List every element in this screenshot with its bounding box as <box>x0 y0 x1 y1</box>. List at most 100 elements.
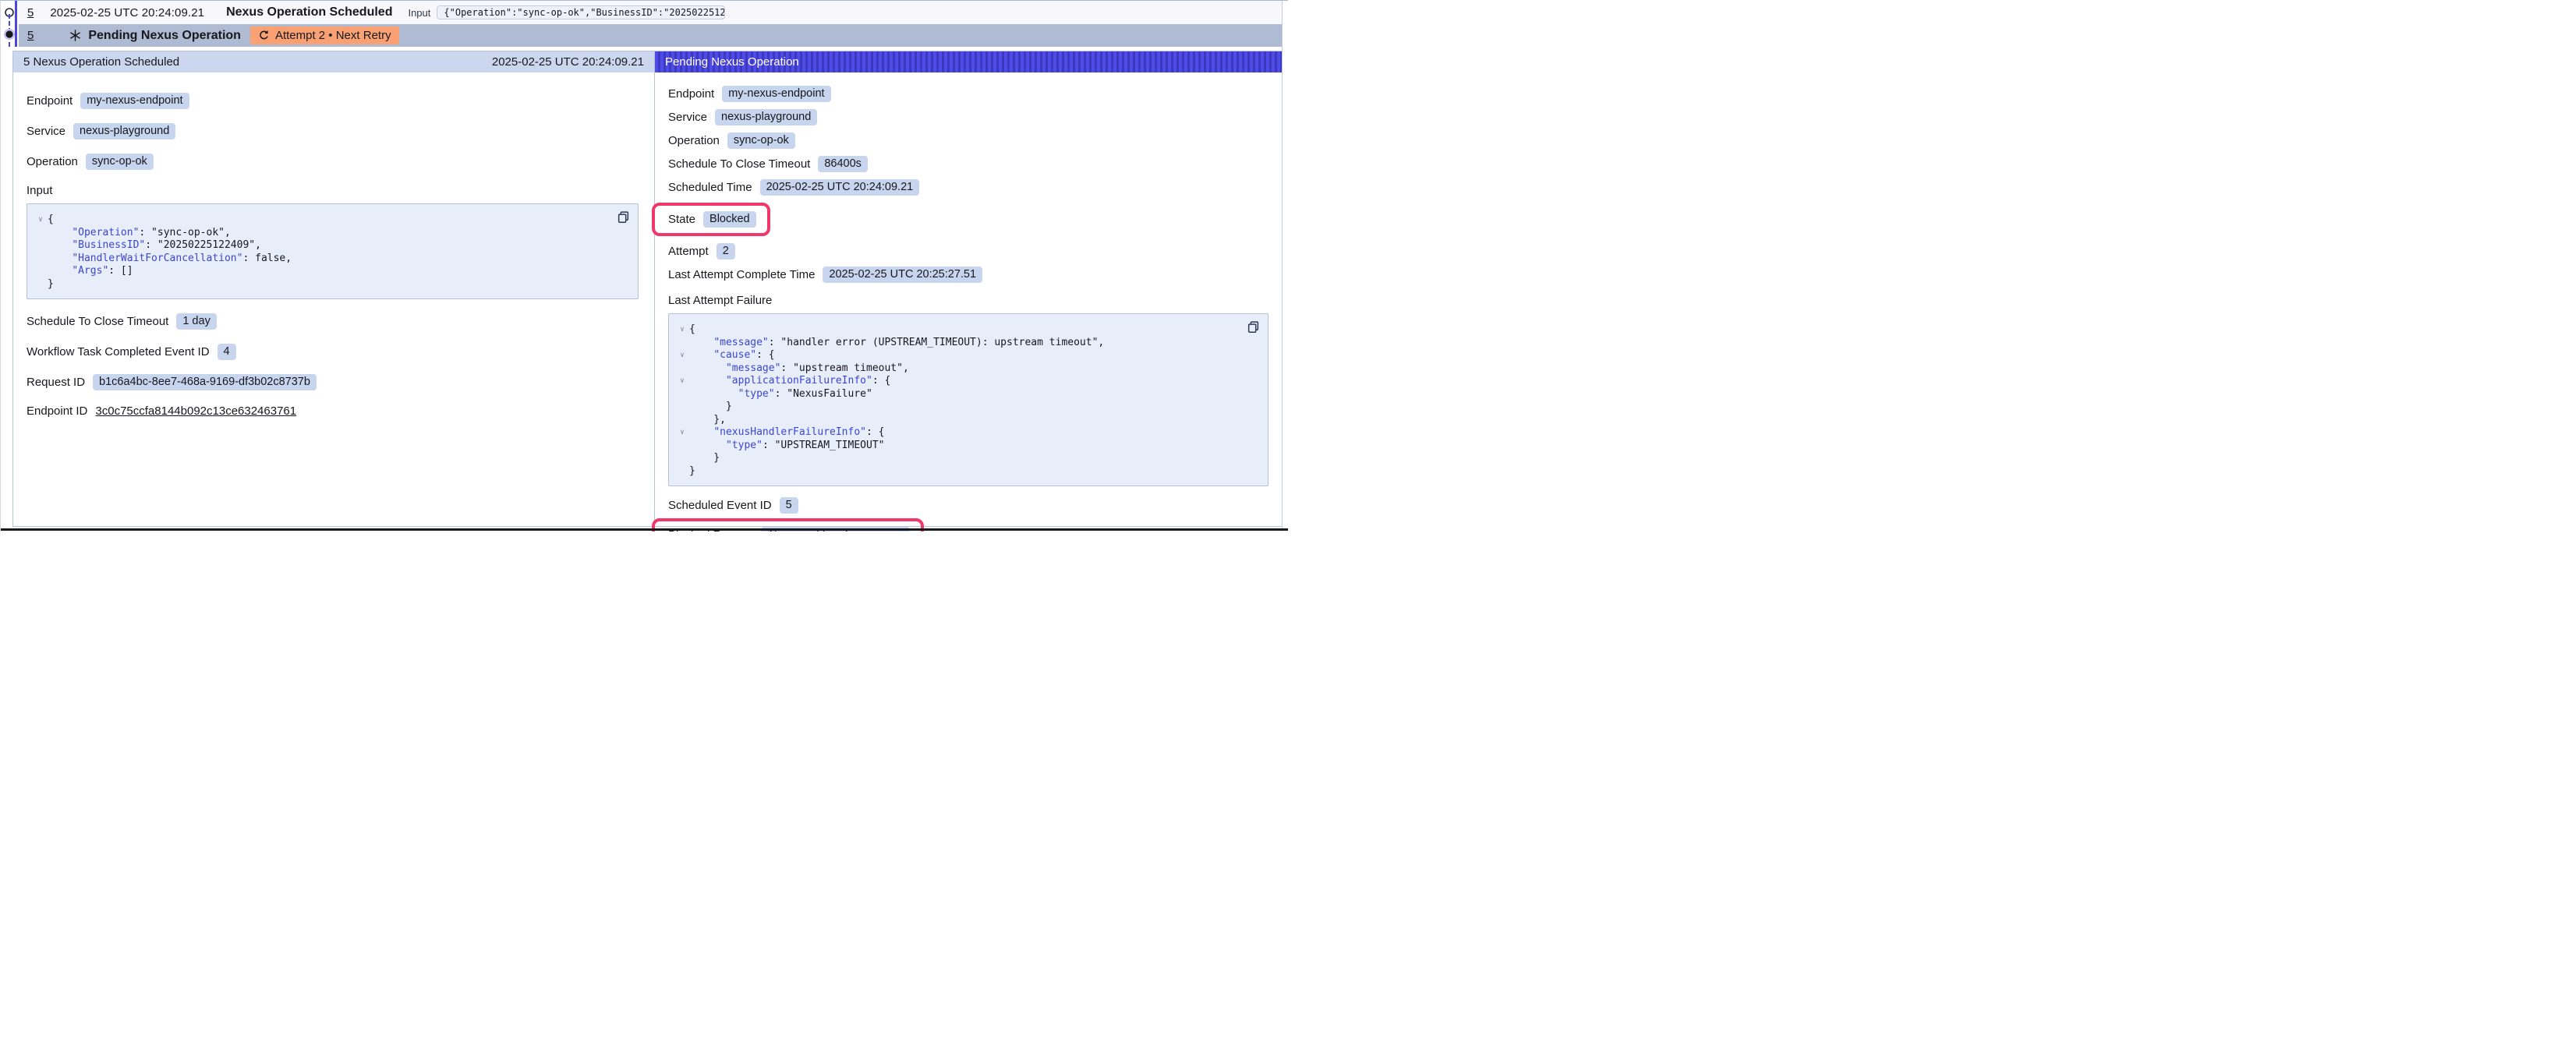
scheduled-event-card: 5 Nexus Operation Scheduled 2025-02-25 U… <box>13 51 655 526</box>
collapse-chevron-icon[interactable]: ∨ <box>675 426 689 440</box>
gutter-spacer <box>34 227 48 240</box>
event-title: Nexus Operation Scheduled <box>226 5 392 19</box>
json-code-line: "message": "upstream timeout", <box>689 362 909 376</box>
field-label: Endpoint <box>27 94 73 108</box>
gutter-spacer <box>34 253 48 266</box>
json-code-line: "message": "handler error (UPSTREAM_TIME… <box>689 337 1104 350</box>
field-label: Scheduled Time <box>668 181 752 194</box>
scheduled-event-card-header: 5 Nexus Operation Scheduled 2025-02-25 U… <box>13 51 654 72</box>
field-row: Attempt 2 <box>668 243 1270 260</box>
input-json-viewer: ∨{ "Operation": "sync-op-ok", "BusinessI… <box>27 203 639 299</box>
field-label: Operation <box>27 155 78 168</box>
field-value-chip: my-nexus-endpoint <box>80 93 189 109</box>
json-code-line: } <box>689 401 732 414</box>
workflow-history-view: 5 2025-02-25 UTC 20:24:09.21 Nexus Opera… <box>0 0 1288 532</box>
last-attempt-time-label: Last Attempt Complete Time <box>668 268 815 281</box>
field-value-chip: b1c6a4bc-8ee7-468a-9169-df3b02c8737b <box>93 374 317 390</box>
scheduled-event-id-chip: 5 <box>780 497 798 514</box>
copy-icon[interactable] <box>616 210 630 224</box>
json-code-line: "applicationFailureInfo": { <box>689 375 890 388</box>
field-row: Servicenexus-playground <box>27 123 642 139</box>
field-row: Endpoint my-nexus-endpoint <box>27 93 642 109</box>
json-code-line: "BusinessID": "20250225122409", <box>48 239 261 253</box>
state-label: State <box>668 213 695 226</box>
copy-icon[interactable] <box>1246 320 1260 334</box>
attempt-value-chip: 2 <box>717 243 735 260</box>
pending-card-title: Pending Nexus Operation <box>665 55 799 69</box>
json-code-line: } <box>689 452 720 465</box>
json-code-line: "cause": { <box>689 349 775 362</box>
gutter-spacer <box>34 278 48 291</box>
scheduled-event-id-label: Scheduled Event ID <box>668 499 772 512</box>
field-label: Workflow Task Completed Event ID <box>27 345 210 358</box>
next-row-divider <box>1 528 1288 531</box>
field-value-chip: 86400s <box>818 156 868 172</box>
scrollbar-track[interactable] <box>1282 1 1288 532</box>
pending-nexus-operation-row[interactable]: 5 Pending Nexus Operation Attempt 2 • Ne… <box>19 24 1283 47</box>
gutter-spacer <box>675 452 689 465</box>
failure-section-label: Last Attempt Failure <box>668 294 1270 307</box>
pending-asterisk-icon <box>69 30 81 41</box>
input-preview-chip: {"Operation":"sync-op-ok","BusinessID":"… <box>437 5 725 19</box>
collapse-chevron-icon[interactable]: ∨ <box>675 323 689 337</box>
gutter-spacer <box>675 414 689 427</box>
attempt-label: Attempt <box>668 245 709 258</box>
event-row-nexus-operation-scheduled[interactable]: 5 2025-02-25 UTC 20:24:09.21 Nexus Opera… <box>19 1 1283 24</box>
event-id-link[interactable]: 5 <box>27 6 34 19</box>
json-code-line: "Operation": "sync-op-ok", <box>48 227 231 240</box>
json-code-line: } <box>689 465 695 479</box>
pending-card-header: Pending Nexus Operation <box>655 51 1283 72</box>
collapse-chevron-icon[interactable]: ∨ <box>34 214 48 227</box>
field-row: Last Attempt Complete Time 2025-02-25 UTC… <box>668 267 1270 283</box>
state-highlight-annotation: State Blocked <box>652 203 770 236</box>
field-row: Endpoint my-nexus-endpoint <box>668 86 1270 102</box>
json-code-line: { <box>689 323 695 337</box>
json-code-line: "HandlerWaitForCancellation": false, <box>48 253 292 266</box>
gutter-spacer <box>34 265 48 278</box>
json-code-line: } <box>48 278 54 291</box>
json-code-line: "Args": [] <box>48 265 133 278</box>
pending-event-id-link[interactable]: 5 <box>27 29 34 42</box>
field-row: Endpoint ID 3c0c75ccfa8144b092c13ce63246… <box>27 404 642 418</box>
last-attempt-time-chip: 2025-02-25 UTC 20:25:27.51 <box>823 267 982 283</box>
endpoint-id-link[interactable]: 3c0c75ccfa8144b092c13ce632463761 <box>95 404 296 418</box>
pending-operation-card: Pending Nexus Operation Endpoint my-nexus… <box>655 51 1283 526</box>
scheduled-card-title: 5 Nexus Operation Scheduled <box>23 55 179 69</box>
json-code-line: "nexusHandlerFailureInfo": { <box>689 426 884 440</box>
pending-filled-circle-icon <box>3 28 16 41</box>
field-value-chip: my-nexus-endpoint <box>722 86 830 102</box>
gutter-spacer <box>675 440 689 453</box>
json-code-line: }, <box>689 414 726 427</box>
field-value-chip: 4 <box>218 344 236 360</box>
retry-badge-label: Attempt 2 • Next Retry <box>275 29 391 42</box>
field-row: Scheduled Event ID 5 <box>668 497 1270 514</box>
field-label: Endpoint <box>668 87 714 101</box>
field-row: Schedule To Close Timeout1 day <box>27 313 642 330</box>
collapse-chevron-icon[interactable]: ∨ <box>675 375 689 388</box>
retry-attempt-badge: Attempt 2 • Next Retry <box>250 26 399 44</box>
field-label: Schedule To Close Timeout <box>668 157 810 171</box>
field-label: Service <box>27 125 65 138</box>
field-label: Service <box>668 111 707 124</box>
field-row: Scheduled Time2025-02-25 UTC 20:24:09.21 <box>668 179 1270 196</box>
field-row: Operation sync-op-ok <box>27 154 642 170</box>
json-code-line: "type": "NexusFailure" <box>689 388 872 401</box>
collapse-chevron-icon[interactable]: ∨ <box>675 349 689 362</box>
event-timestamp: 2025-02-25 UTC 20:24:09.21 <box>50 6 204 19</box>
field-label: Request ID <box>27 376 85 389</box>
field-row: Schedule To Close Timeout 86400s <box>668 156 1270 172</box>
field-label: Operation <box>668 134 720 147</box>
failure-json-viewer: ∨{ "message": "handler error (UPSTREAM_T… <box>668 313 1269 486</box>
json-code-line: { <box>48 214 54 227</box>
input-section-label: Input <box>27 184 642 197</box>
gutter-spacer <box>675 401 689 414</box>
field-value-chip: sync-op-ok <box>86 154 154 170</box>
field-row: Request ID b1c6a4bc-8ee7-468a-9169-df3b02… <box>27 374 642 390</box>
field-row: Servicenexus-playground <box>668 109 1270 125</box>
gutter-spacer <box>675 388 689 401</box>
field-row: Operationsync-op-ok <box>668 132 1270 149</box>
field-label: Schedule To Close Timeout <box>27 315 168 328</box>
scheduled-card-time: 2025-02-25 UTC 20:24:09.21 <box>492 55 644 69</box>
event-detail-panel: 5 Nexus Operation Scheduled 2025-02-25 U… <box>12 51 1283 527</box>
pending-row-title: Pending Nexus Operation <box>88 29 241 43</box>
